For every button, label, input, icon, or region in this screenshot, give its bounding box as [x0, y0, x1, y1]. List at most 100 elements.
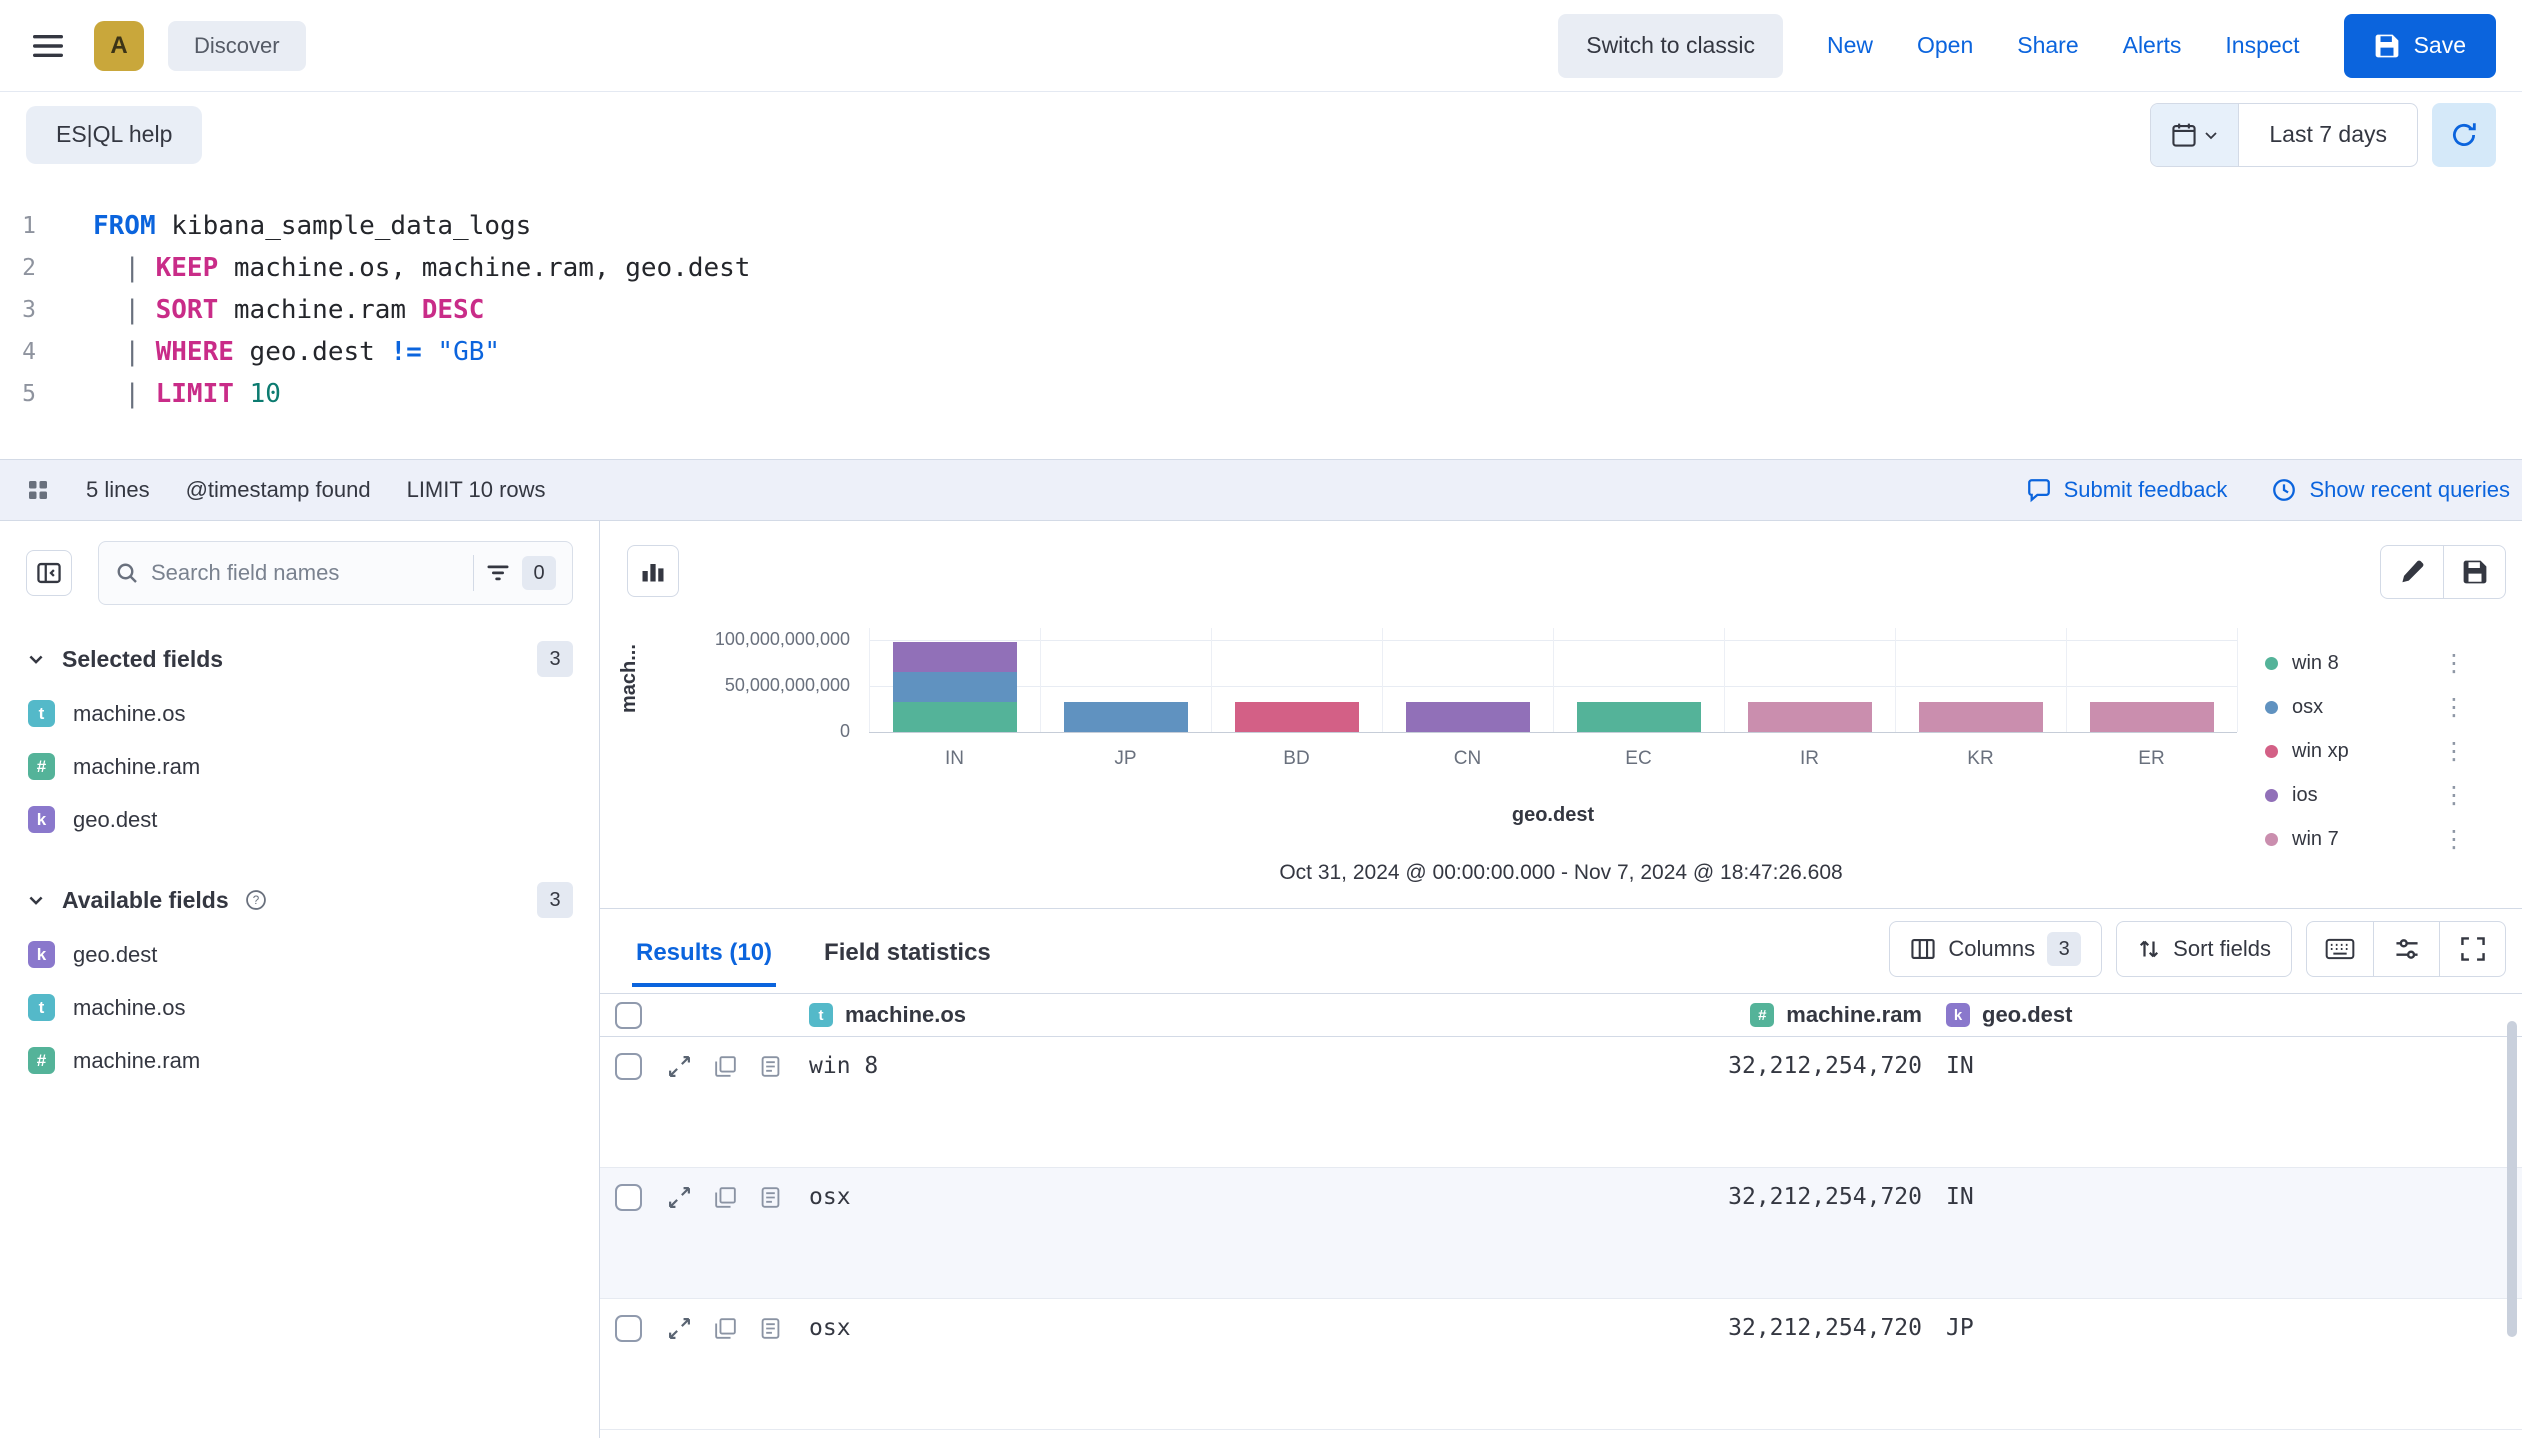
legend-item-win-xp[interactable]: win xp⋮ [2265, 729, 2470, 773]
legend-options-icon[interactable]: ⋮ [2442, 825, 2470, 854]
bar-segment-win-7[interactable] [1748, 702, 1872, 732]
column-header-machine-ram[interactable]: # machine.ram [1720, 1002, 1930, 1028]
columns-button[interactable]: Columns 3 [1889, 921, 2102, 977]
space-avatar[interactable]: A [94, 21, 144, 71]
legend-options-icon[interactable]: ⋮ [2442, 693, 2470, 722]
chevron-down-icon [26, 890, 46, 910]
cell-machine-os: osx [809, 1315, 851, 1341]
field-search-input[interactable]: Search field names 0 [98, 541, 573, 605]
field-item-machine.ram[interactable]: #machine.ram [26, 740, 573, 793]
selected-fields-header[interactable]: Selected fields 3 [26, 639, 573, 679]
select-all-checkbox[interactable] [615, 1002, 642, 1029]
save-visualization-button[interactable] [2443, 546, 2505, 598]
breadcrumb-discover[interactable]: Discover [168, 21, 306, 71]
header-actions: Switch to classic New Open Share Alerts Insp… [1558, 14, 2496, 78]
legend-item-ios[interactable]: ios⋮ [2265, 773, 2470, 817]
chart-plot [869, 640, 2237, 732]
view-document-button[interactable] [759, 1317, 782, 1340]
legend-options-icon[interactable]: ⋮ [2442, 737, 2470, 766]
view-document-button[interactable] [759, 1055, 782, 1078]
submit-feedback-link[interactable]: Submit feedback [2026, 477, 2228, 503]
esql-help-button[interactable]: ES|QL help [26, 106, 202, 164]
bar-segment-win-8[interactable] [1577, 702, 1701, 732]
tab-field-statistics[interactable]: Field statistics [820, 939, 995, 987]
row-checkbox[interactable] [615, 1315, 642, 1342]
field-item-machine.os[interactable]: tmachine.os [26, 981, 573, 1034]
expand-row-button[interactable] [667, 1316, 692, 1341]
tab-results[interactable]: Results (10) [632, 939, 776, 987]
available-fields-header[interactable]: Available fields ? 3 [26, 880, 573, 920]
bar-segment-ios[interactable] [1406, 702, 1530, 732]
edit-visualization-button[interactable] [2381, 546, 2443, 598]
code-line[interactable]: 2 | KEEP machine.os, machine.ram, geo.de… [0, 247, 2522, 289]
row-checkbox[interactable] [615, 1053, 642, 1080]
legend-item-win-8[interactable]: win 8⋮ [2265, 641, 2470, 685]
row-checkbox[interactable] [615, 1184, 642, 1211]
refresh-button[interactable] [2432, 103, 2496, 167]
nav-link-inspect[interactable]: Inspect [2225, 32, 2299, 59]
vertical-gridline [1724, 628, 1725, 732]
filter-icon[interactable] [486, 561, 510, 585]
nav-link-new[interactable]: New [1827, 32, 1873, 59]
code-line[interactable]: 1FROM kibana_sample_data_logs [0, 205, 2522, 247]
legend-item-win-7[interactable]: win 7⋮ [2265, 817, 2470, 861]
field-item-geo.dest[interactable]: kgeo.dest [26, 928, 573, 981]
bar-IN[interactable] [893, 642, 1017, 732]
sort-fields-button[interactable]: Sort fields [2116, 921, 2292, 977]
keyboard-shortcuts-button[interactable] [2307, 922, 2373, 976]
field-item-machine.os[interactable]: tmachine.os [26, 687, 573, 740]
save-button[interactable]: Save [2344, 14, 2496, 78]
nav-link-alerts[interactable]: Alerts [2123, 32, 2182, 59]
bar-KR[interactable] [1919, 702, 2043, 732]
editor-footer: 5 lines @timestamp found LIMIT 10 rows S… [0, 459, 2522, 521]
bar-CN[interactable] [1406, 702, 1530, 732]
expand-row-button[interactable] [667, 1054, 692, 1079]
bar-EC[interactable] [1577, 702, 1701, 732]
code-line[interactable]: 5 | LIMIT 10 [0, 373, 2522, 415]
column-header-machine-os[interactable]: t machine.os [809, 1002, 1720, 1028]
view-document-button[interactable] [759, 1186, 782, 1209]
date-quick-select-button[interactable] [2151, 104, 2239, 166]
code-line[interactable]: 4 | WHERE geo.dest != "GB" [0, 331, 2522, 373]
field-item-machine.ram[interactable]: #machine.ram [26, 1034, 573, 1087]
collapse-sidebar-button[interactable] [26, 550, 72, 596]
code-token [234, 379, 250, 409]
legend-options-icon[interactable]: ⋮ [2442, 649, 2470, 678]
expand-icon [667, 1316, 692, 1341]
copy-row-button[interactable] [714, 1186, 737, 1209]
time-range-value[interactable]: Last 7 days [2239, 104, 2417, 166]
bar-segment-win-7[interactable] [1919, 702, 2043, 732]
bar-segment-win-8[interactable] [893, 702, 1017, 732]
legend-item-osx[interactable]: osx⋮ [2265, 685, 2470, 729]
menu-button[interactable] [26, 24, 70, 68]
code-line[interactable]: 3 | SORT machine.ram DESC [0, 289, 2522, 331]
switch-to-classic-button[interactable]: Switch to classic [1558, 14, 1783, 78]
fullscreen-button[interactable] [2439, 922, 2505, 976]
field-item-geo.dest[interactable]: kgeo.dest [26, 793, 573, 846]
show-recent-queries-link[interactable]: Show recent queries [2271, 477, 2510, 503]
bar-segment-win-xp[interactable] [1235, 702, 1359, 732]
nav-link-open[interactable]: Open [1917, 32, 1973, 59]
expand-row-button[interactable] [667, 1185, 692, 1210]
table-row[interactable]: osx32,212,254,720JP [600, 1299, 2522, 1430]
bar-segment-win-7[interactable] [2090, 702, 2214, 732]
column-header-geo-dest[interactable]: k geo.dest [1930, 1002, 2522, 1028]
vertical-scrollbar[interactable] [2507, 1021, 2517, 1337]
bar-JP[interactable] [1064, 702, 1188, 732]
bar-segment-osx[interactable] [1064, 702, 1188, 732]
copy-row-button[interactable] [714, 1317, 737, 1340]
code-text: | WHERE geo.dest != "GB" [93, 337, 500, 367]
bar-ER[interactable] [2090, 702, 2214, 732]
bar-IR[interactable] [1748, 702, 1872, 732]
bar-segment-ios[interactable] [893, 642, 1017, 672]
nav-link-share[interactable]: Share [2017, 32, 2078, 59]
table-row[interactable]: osx32,212,254,720IN [600, 1168, 2522, 1299]
bar-BD[interactable] [1235, 702, 1359, 732]
help-icon[interactable]: ? [245, 889, 267, 911]
table-row[interactable]: win 832,212,254,720IN [600, 1037, 2522, 1168]
esql-editor[interactable]: 1FROM kibana_sample_data_logs2 | KEEP ma… [0, 177, 2522, 459]
legend-options-icon[interactable]: ⋮ [2442, 781, 2470, 810]
copy-row-button[interactable] [714, 1055, 737, 1078]
display-options-button[interactable] [2373, 922, 2439, 976]
bar-segment-osx[interactable] [893, 672, 1017, 702]
